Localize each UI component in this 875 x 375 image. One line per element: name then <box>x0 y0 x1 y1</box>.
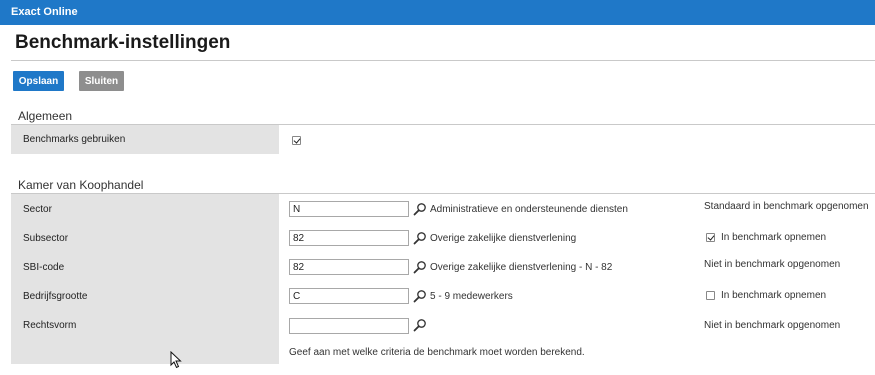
sector-magnifier-icon[interactable] <box>413 202 427 216</box>
kvk-label-column <box>11 194 279 364</box>
save-button[interactable]: Opslaan <box>13 71 64 91</box>
sbi-code-magnifier-icon[interactable] <box>413 260 427 274</box>
page-title: Benchmark-instellingen <box>15 32 231 53</box>
sbi-code-description: Overige zakelijke dienstverlening - N - … <box>430 262 613 273</box>
section-heading-kvk: Kamer van Koophandel <box>18 178 144 192</box>
section-heading-general: Algemeen <box>18 109 73 123</box>
sector-input[interactable] <box>289 201 409 217</box>
benchmark-criteria-note: Geef aan met welke criteria de benchmark… <box>289 347 585 358</box>
subsector-benchmark-checkbox[interactable] <box>706 233 715 242</box>
company-size-description: 5 - 9 medewerkers <box>430 291 513 302</box>
close-button[interactable]: Sluiten <box>79 71 124 91</box>
app-title: Exact Online <box>11 6 78 18</box>
subsector-label: Subsector <box>23 233 69 244</box>
mouse-pointer-icon <box>170 351 182 369</box>
subsector-magnifier-icon[interactable] <box>413 231 427 245</box>
sbi-code-label: SBI-code <box>23 262 65 273</box>
sbi-code-benchmark-status: Niet in benchmark opgenomen <box>704 259 841 270</box>
legal-form-benchmark-status: Niet in benchmark opgenomen <box>704 320 841 331</box>
sbi-code-input[interactable] <box>289 259 409 275</box>
sector-description: Administratieve en ondersteunende dienst… <box>430 204 628 215</box>
subsector-input[interactable] <box>289 230 409 246</box>
subsector-description: Overige zakelijke dienstverlening <box>430 233 577 244</box>
use-benchmarks-label: Benchmarks gebruiken <box>23 134 126 145</box>
use-benchmarks-checkbox[interactable] <box>292 136 301 145</box>
sector-label: Sector <box>23 204 52 215</box>
subsector-benchmark-label: In benchmark opnemen <box>721 232 827 243</box>
legal-form-label: Rechtsvorm <box>23 320 77 331</box>
company-size-magnifier-icon[interactable] <box>413 289 427 303</box>
company-size-benchmark-checkbox[interactable] <box>706 291 715 300</box>
legal-form-input[interactable] <box>289 318 409 334</box>
company-size-input[interactable] <box>289 288 409 304</box>
company-size-label: Bedrijfsgrootte <box>23 291 88 302</box>
company-size-benchmark-label: In benchmark opnemen <box>721 290 827 301</box>
sector-benchmark-status: Standaard in benchmark opgenomen <box>704 201 869 212</box>
legal-form-magnifier-icon[interactable] <box>413 318 427 332</box>
app-header-bar: Exact Online <box>0 0 875 25</box>
title-divider <box>11 60 875 61</box>
